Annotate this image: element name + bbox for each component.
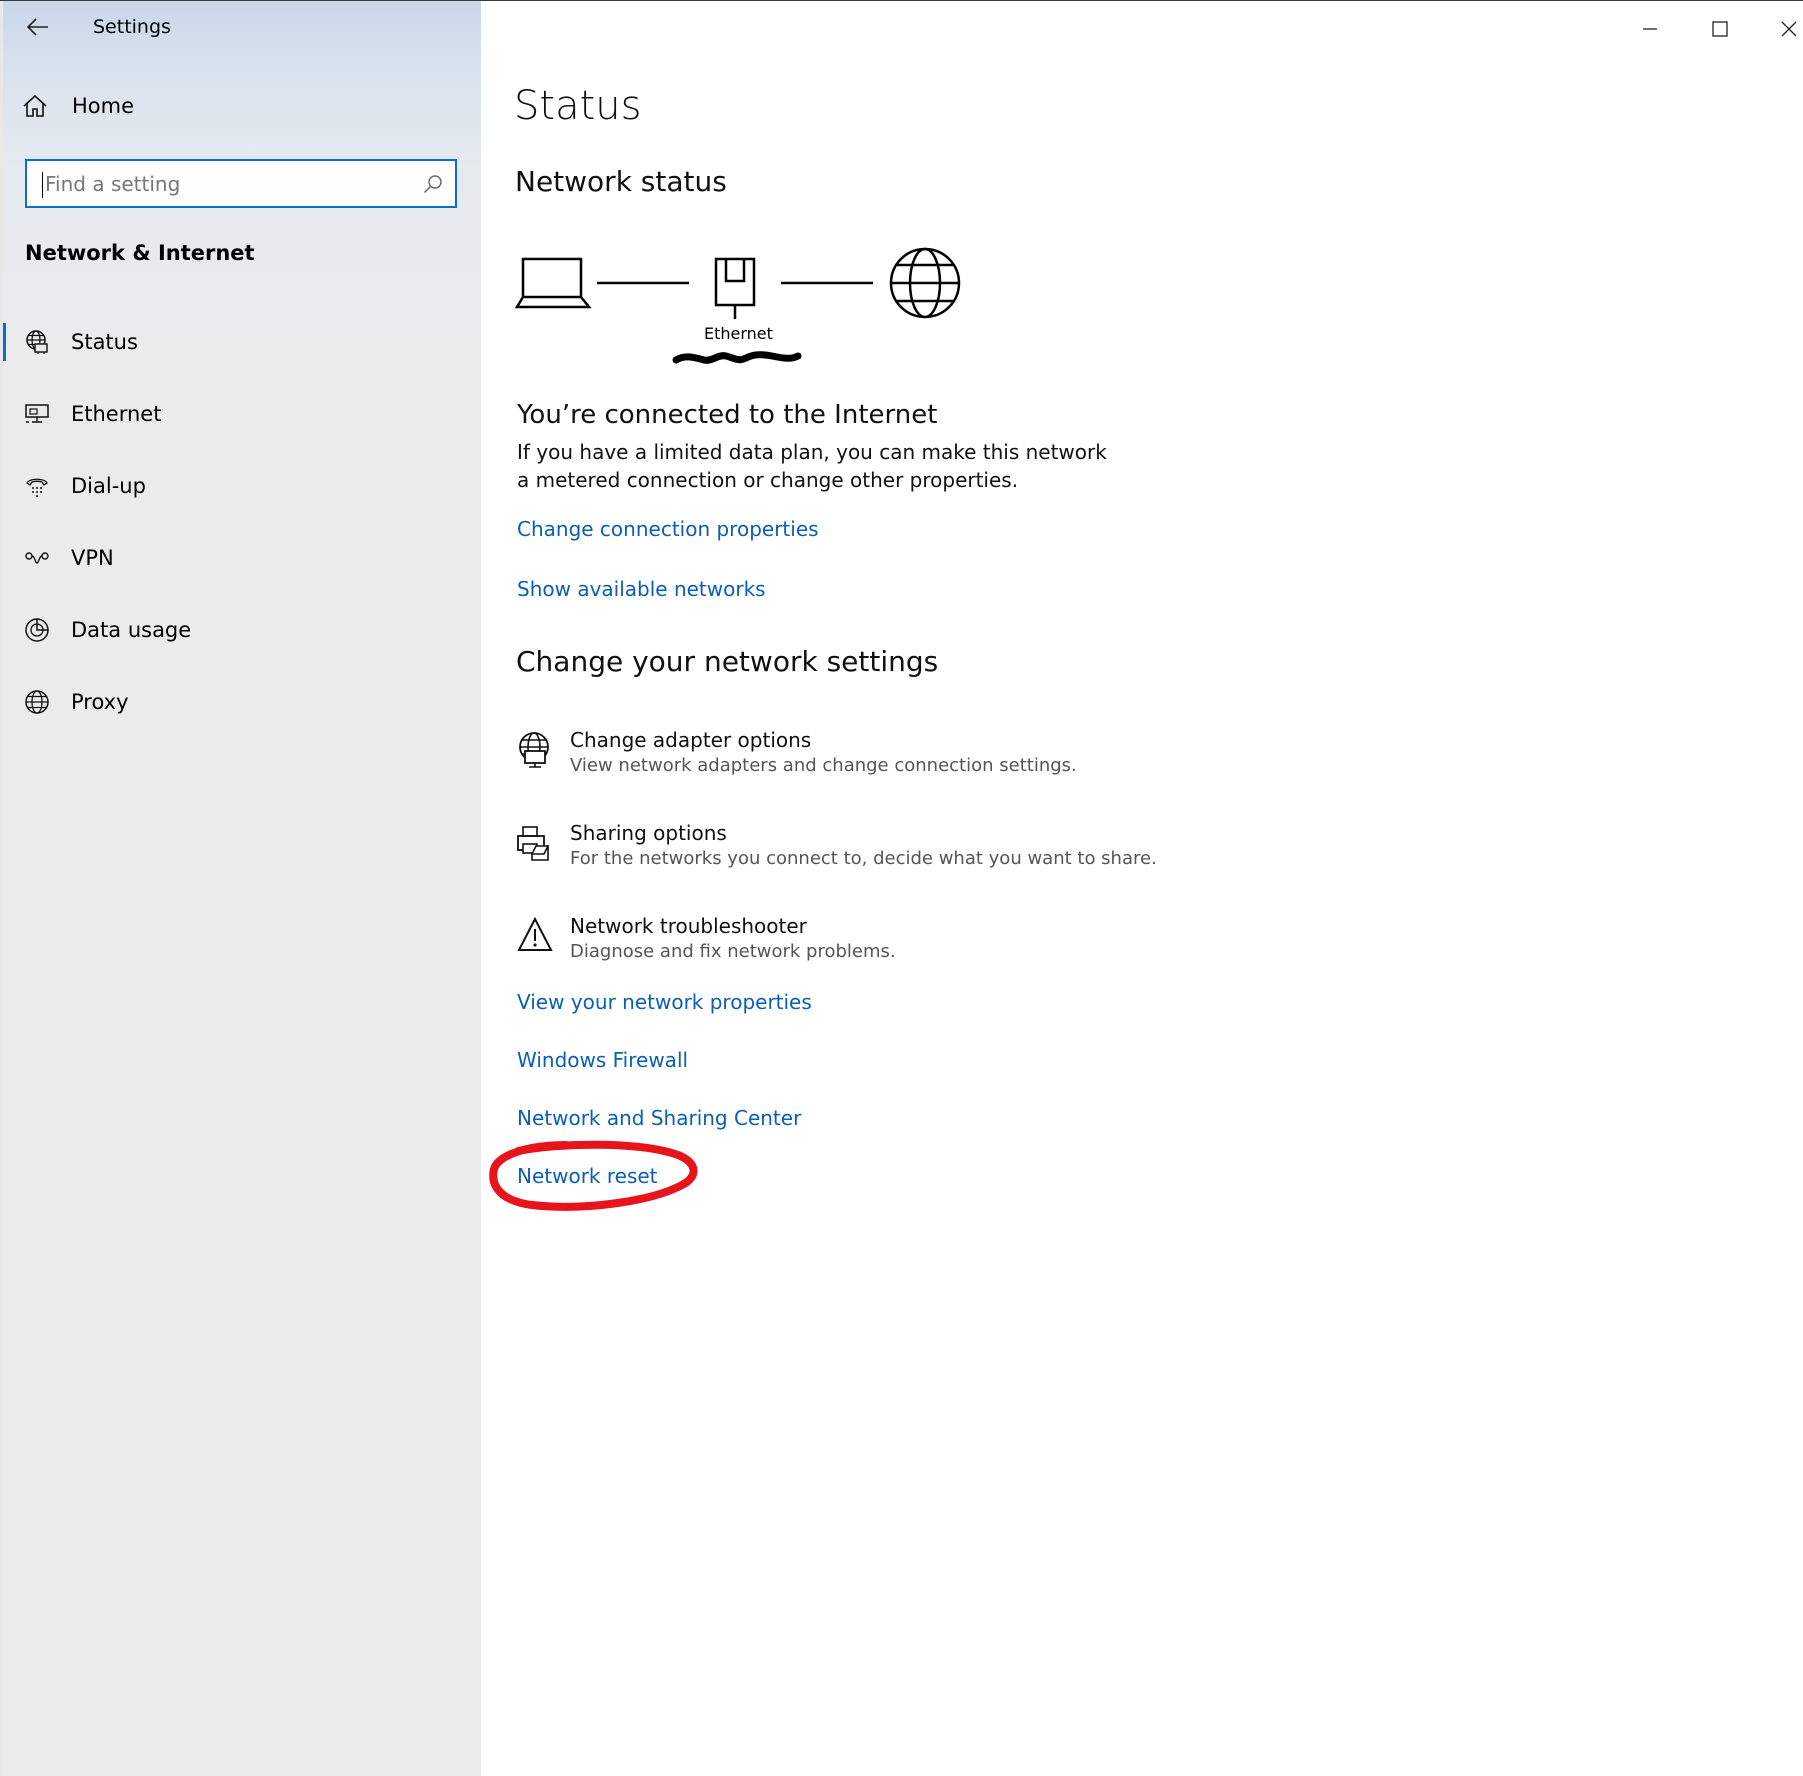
close-button[interactable] — [1766, 9, 1803, 49]
sharing-icon — [516, 824, 554, 864]
view-network-properties-link[interactable]: View your network properties — [517, 990, 812, 1014]
option-description: View network adapters and change connect… — [570, 755, 1077, 776]
sidebar-item-label: Data usage — [71, 618, 192, 642]
proxy-globe-icon — [22, 687, 52, 717]
back-arrow-icon — [27, 18, 48, 36]
warning-icon — [516, 917, 554, 957]
option-title: Network troubleshooter — [570, 914, 807, 938]
change-settings-heading: Change your network settings — [516, 645, 939, 678]
option-description: For the networks you connect to, decide … — [570, 848, 1157, 869]
network-sharing-center-link[interactable]: Network and Sharing Center — [517, 1106, 801, 1130]
network-status-heading: Network status — [515, 165, 727, 198]
change-connection-properties-link[interactable]: Change connection properties — [517, 517, 819, 541]
vpn-icon — [22, 543, 52, 573]
sidebar-item-status[interactable]: Status — [0, 313, 481, 371]
annotation-circle — [489, 1140, 698, 1211]
page-title: Status — [514, 83, 642, 129]
search-placeholder: Find a setting — [45, 172, 181, 196]
sidebar-item-label: Status — [71, 330, 138, 354]
text-caret — [42, 172, 43, 198]
maximize-button[interactable] — [1697, 9, 1743, 49]
adapter-icon — [516, 731, 554, 771]
sidebar-home[interactable]: Home — [22, 94, 134, 118]
close-icon — [1781, 21, 1797, 37]
sidebar-item-ethernet[interactable]: Ethernet — [0, 385, 481, 443]
sidebar-item-label: Proxy — [71, 690, 129, 714]
maximize-icon — [1712, 21, 1728, 37]
sidebar-item-proxy[interactable]: Proxy — [0, 673, 481, 731]
sidebar-item-dialup[interactable]: Dial-up — [0, 457, 481, 515]
connected-heading: You’re connected to the Internet — [517, 400, 938, 430]
network-diagram — [515, 247, 961, 319]
internet-globe-icon — [889, 247, 961, 319]
main-content: Status Network status Ethernet You’re co… — [481, 0, 1803, 1776]
option-title: Sharing options — [570, 821, 727, 845]
dialup-icon — [22, 471, 52, 501]
redaction-scribble — [672, 351, 802, 364]
status-globe-icon — [22, 327, 52, 357]
home-icon — [23, 94, 47, 117]
change-adapter-options[interactable]: Change adapter options View network adap… — [516, 727, 1077, 779]
ethernet-adapter-icon — [714, 257, 756, 319]
windows-firewall-link[interactable]: Windows Firewall — [517, 1048, 688, 1072]
adapter-label: Ethernet — [704, 324, 773, 343]
network-troubleshooter[interactable]: Network troubleshooter Diagnose and fix … — [516, 913, 896, 965]
back-button[interactable] — [22, 11, 54, 43]
sidebar-item-vpn[interactable]: VPN — [0, 529, 481, 587]
option-description: Diagnose and fix network problems. — [570, 941, 896, 962]
laptop-icon — [515, 257, 592, 309]
connected-description: If you have a limited data plan, you can… — [517, 440, 1107, 492]
sharing-options[interactable]: Sharing options For the networks you con… — [516, 820, 1157, 872]
sidebar-item-data-usage[interactable]: Data usage — [0, 601, 481, 659]
sidebar: Settings Home Find a setting Network & I… — [0, 0, 481, 1776]
settings-window: Settings Home Find a setting Network & I… — [0, 0, 1803, 1776]
app-title: Settings — [93, 16, 171, 38]
minimize-icon — [1643, 28, 1657, 30]
option-title: Change adapter options — [570, 728, 812, 752]
show-available-networks-link[interactable]: Show available networks — [517, 577, 766, 601]
search-input[interactable]: Find a setting — [25, 159, 457, 208]
section-title: Network & Internet — [25, 241, 255, 265]
sidebar-item-label: Dial-up — [71, 474, 146, 498]
ethernet-icon — [22, 399, 52, 429]
sidebar-item-label: VPN — [71, 546, 114, 570]
search-icon[interactable] — [423, 174, 443, 194]
home-label: Home — [72, 94, 135, 118]
minimize-button[interactable] — [1627, 9, 1673, 49]
data-usage-icon — [22, 615, 52, 645]
sidebar-item-label: Ethernet — [71, 402, 162, 426]
